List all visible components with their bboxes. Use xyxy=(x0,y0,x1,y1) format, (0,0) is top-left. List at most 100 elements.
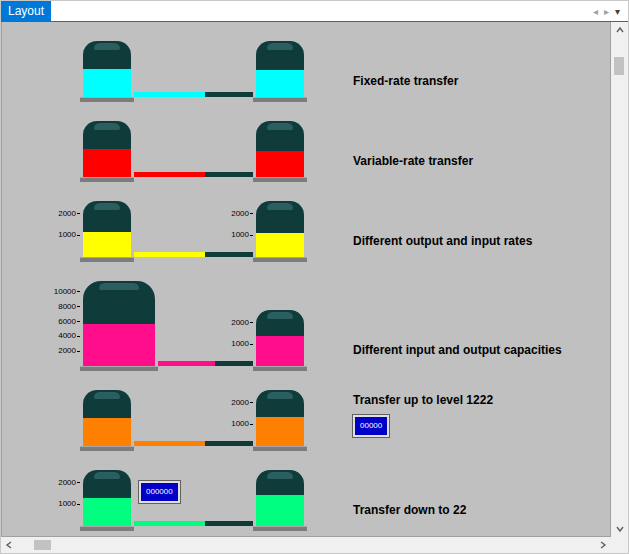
tank-fill xyxy=(83,232,131,257)
tank xyxy=(80,390,134,451)
tank-axis: 10000 8000 6000 4000 2000 xyxy=(50,281,80,366)
transfer-scene: 20001000 20001000 xyxy=(80,201,307,262)
tank-base xyxy=(253,446,307,451)
row-label: Transfer down to 22 xyxy=(353,503,466,517)
tank-base xyxy=(253,177,307,182)
tank-base xyxy=(80,526,134,531)
tank: 20001000 xyxy=(80,201,134,262)
scroll-right-icon[interactable] xyxy=(598,540,608,550)
tank: 20001000 xyxy=(253,201,307,262)
tab-control[interactable]: ◂ xyxy=(593,6,598,17)
tank-fill xyxy=(256,417,304,446)
tank-body: 20001000 xyxy=(83,201,131,257)
tank-axis: 20001000 xyxy=(50,470,80,526)
tank-body xyxy=(256,121,304,177)
tank xyxy=(253,121,307,182)
tank-fill xyxy=(83,149,131,177)
tank-base xyxy=(80,177,134,182)
pipe-fill xyxy=(134,441,205,446)
tank: 20001000 xyxy=(253,310,307,371)
tank-cap xyxy=(94,43,121,50)
tab-controls: ◂ ▸ ▾ xyxy=(593,1,628,21)
pipe xyxy=(134,252,253,257)
tank-cap xyxy=(267,312,294,319)
tank-fill xyxy=(83,324,155,367)
axis-tick: 10000 xyxy=(54,288,80,296)
axis-tick: 2000 xyxy=(58,347,80,355)
vertical-scrollbar[interactable] xyxy=(611,22,628,537)
tank-fill xyxy=(256,233,304,257)
tank-body xyxy=(256,470,304,526)
tank-cap xyxy=(267,203,294,210)
readout: 000000 xyxy=(139,481,180,503)
transfer-row: 100008000600040002000 20001000 Different… xyxy=(2,281,610,371)
tank-fill xyxy=(256,70,304,97)
scroll-thumb[interactable] xyxy=(614,57,624,75)
tank: 20001000 xyxy=(253,390,307,451)
row-label: Different input and output capacities xyxy=(353,343,562,357)
tank-axis: 20001000 xyxy=(223,201,253,257)
transfer-scene: 2000 1000 xyxy=(80,390,307,451)
tab-control[interactable]: ▸ xyxy=(604,6,609,17)
transfer-scene: 100008000600040002000 20001000 xyxy=(80,281,307,371)
axis-tick: 1000 xyxy=(58,231,80,239)
tank-cap xyxy=(99,283,139,290)
row-label: Transfer up to level 1222 xyxy=(353,393,493,407)
scroll-left-icon[interactable] xyxy=(4,540,14,550)
transfer-row: Variable-rate transfer xyxy=(2,121,610,182)
tank xyxy=(80,41,134,102)
scroll-up-icon[interactable] xyxy=(615,25,625,35)
tank-base xyxy=(253,257,307,262)
tank-cap xyxy=(267,472,294,479)
tank xyxy=(253,470,307,531)
tab-control[interactable]: ▾ xyxy=(615,6,620,17)
tank-body: 20001000 xyxy=(256,310,304,366)
layout-canvas: Fixed-rate transfer Variable-rate transf… xyxy=(1,22,611,537)
scroll-thumb[interactable] xyxy=(34,540,51,550)
pipe-fill xyxy=(134,252,205,257)
transfer-row: Fixed-rate transfer xyxy=(2,41,610,102)
transfer-scene xyxy=(80,121,307,182)
tank-body: 20001000 xyxy=(256,390,304,446)
pipe xyxy=(134,92,253,97)
transfer-scene: 20001000 000000 xyxy=(80,470,307,531)
tank-axis: 20001000 xyxy=(50,201,80,257)
tank xyxy=(80,121,134,182)
transfer-row: 2000 1000 Transfer up to level 1222 00000 xyxy=(2,390,610,451)
axis-tick: 6000 xyxy=(58,318,80,326)
tank-base xyxy=(253,366,307,371)
axis-tick: 8000 xyxy=(58,303,80,311)
tank-base xyxy=(253,97,307,102)
tank-cap xyxy=(94,392,121,399)
tank-base xyxy=(80,257,134,262)
scroll-down-icon[interactable] xyxy=(615,524,625,534)
tank-base xyxy=(80,97,134,102)
layout-tab[interactable]: Layout xyxy=(1,1,51,21)
axis-tick: 1000 xyxy=(231,420,253,428)
axis-tick: 4000 xyxy=(58,332,80,340)
axis-tick: 1000 xyxy=(231,340,253,348)
tank-body xyxy=(83,121,131,177)
axis-tick: 2000 xyxy=(231,319,253,327)
transfer-row: 20001000 20001000 Different output and i… xyxy=(2,201,610,262)
axis-tick: 1000 xyxy=(231,231,253,239)
row-label: Variable-rate transfer xyxy=(353,154,473,168)
axis-tick: 2000 xyxy=(231,399,253,407)
tank: 100008000600040002000 xyxy=(80,281,158,371)
horizontal-scrollbar[interactable] xyxy=(1,537,628,553)
tank-base xyxy=(253,526,307,531)
tank-body xyxy=(256,41,304,97)
tank-body: 100008000600040002000 xyxy=(83,281,155,366)
axis-tick: 2000 xyxy=(58,479,80,487)
tank-body: 20001000 000000 xyxy=(83,470,131,526)
tank-base xyxy=(80,446,134,451)
tank-fill xyxy=(83,69,131,97)
tank-cap xyxy=(94,203,121,210)
tank-base xyxy=(80,366,158,371)
tank: 20001000 000000 xyxy=(80,470,134,531)
pipe xyxy=(158,361,253,366)
tank-body xyxy=(83,41,131,97)
readout: 00000 xyxy=(353,415,389,437)
pipe xyxy=(134,441,253,446)
tank xyxy=(253,41,307,102)
